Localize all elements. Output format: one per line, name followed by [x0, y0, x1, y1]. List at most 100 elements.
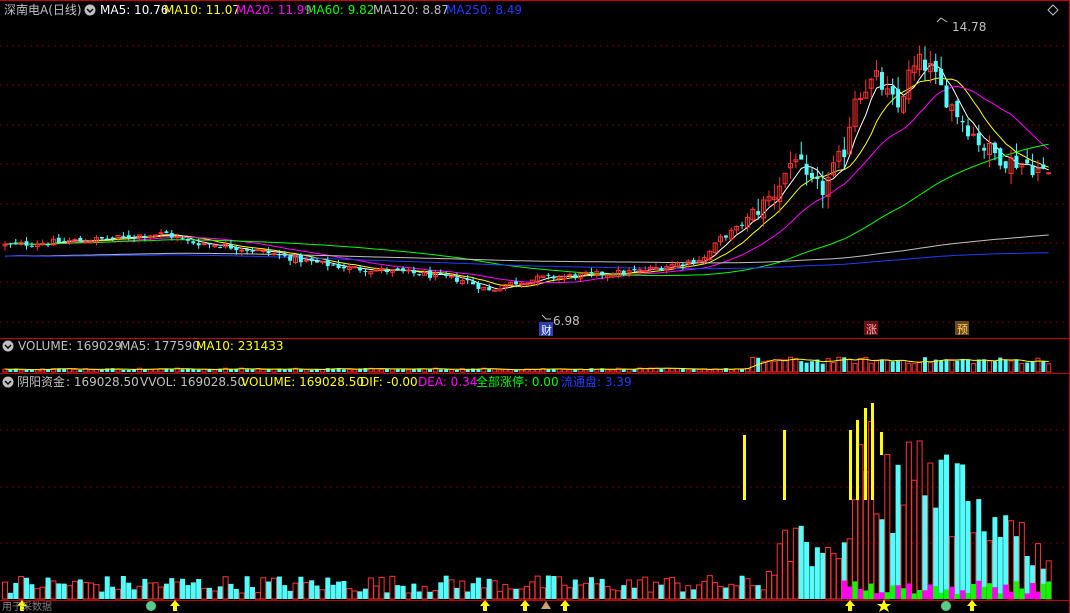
- indicator-value: : 169028.50: [66, 375, 139, 389]
- volume-bar: [72, 369, 78, 373]
- capital-bar: [298, 576, 304, 599]
- capital-bar: [314, 585, 320, 599]
- fund-flow-bar: [960, 590, 966, 599]
- candle-body-up: [970, 133, 976, 136]
- volume-bar: [562, 369, 568, 373]
- candle-body-down: [922, 59, 927, 71]
- indicator-bars: [2, 403, 1052, 600]
- capital-bar: [411, 583, 417, 599]
- candle-body-down: [810, 172, 814, 179]
- capital-bar: [185, 585, 191, 599]
- candle-body-down: [428, 270, 433, 278]
- candle-body-down: [401, 268, 406, 272]
- indicator-menu-button[interactable]: [2, 376, 14, 388]
- volume-ma10-label: MA10: 231433: [196, 339, 284, 353]
- volume-bar: [685, 369, 691, 373]
- capital-bar: [911, 479, 918, 600]
- capital-bar: [513, 588, 519, 599]
- volume-label: VOLUME: 169029: [18, 339, 122, 353]
- candle-body-down: [191, 241, 196, 244]
- volume-bar: [309, 369, 314, 372]
- volume-bar: [911, 363, 917, 373]
- candle-body-up: [319, 260, 325, 263]
- diamond-icon[interactable]: [1047, 4, 1059, 16]
- volume-bar: [955, 360, 960, 372]
- capital-bar: [34, 588, 41, 600]
- capital-bar: [1018, 522, 1025, 600]
- volume-menu-button[interactable]: [2, 340, 14, 352]
- capital-bar: [728, 583, 735, 600]
- capital-bar: [965, 501, 971, 599]
- main-menu-button[interactable]: [84, 4, 96, 16]
- volume-bar: [29, 369, 34, 372]
- volume-bar: [939, 360, 944, 372]
- indicator-liutong: 流通盘: 3.39: [561, 374, 632, 389]
- fund-flow-bar: [965, 593, 971, 599]
- capital-bar: [395, 585, 401, 599]
- candle-body-down: [890, 86, 895, 95]
- candle-body-down: [756, 211, 761, 215]
- candle-body-down: [632, 269, 637, 271]
- circle-marker-icon: [941, 601, 951, 611]
- candle-body-down: [234, 247, 239, 251]
- volume-bar: [1046, 363, 1052, 373]
- capital-bar: [717, 585, 724, 600]
- capital-bar: [534, 575, 541, 600]
- candle-body-up: [158, 232, 164, 235]
- candle-body-down: [465, 278, 470, 281]
- volume-bar: [245, 369, 250, 372]
- capital-bar: [56, 583, 62, 599]
- ma120-label: MA120: 8.87: [373, 3, 449, 17]
- volume-bar: [497, 369, 503, 373]
- ma120-line: [4, 234, 1049, 264]
- volume-bar: [831, 362, 837, 373]
- candle-body-down: [551, 276, 556, 279]
- fund-flow-bar: [911, 593, 917, 599]
- candlestick-series: [2, 45, 1052, 293]
- volume-bar: [852, 363, 858, 373]
- ma20-label: MA20: 11.99: [236, 3, 312, 17]
- candle-body-down: [218, 247, 223, 249]
- candle-body-up: [83, 241, 89, 244]
- capital-bar: [367, 577, 374, 600]
- candle-body-down: [363, 271, 368, 273]
- volume-bar: [352, 369, 358, 373]
- capital-bar: [523, 586, 530, 600]
- capital-bar: [944, 454, 949, 599]
- candle-body-down: [105, 238, 110, 240]
- volume-bar: [573, 369, 578, 372]
- capital-bar: [518, 588, 525, 600]
- capital-bar: [599, 578, 605, 599]
- fund-flow-bar: [841, 580, 847, 599]
- candle-body-down: [309, 258, 314, 262]
- capital-bar: [706, 575, 713, 600]
- signal-bar: [849, 430, 852, 500]
- capital-bar: [723, 587, 729, 599]
- candle-body-down: [99, 236, 104, 239]
- candle-body-down: [325, 260, 330, 267]
- capital-bar: [211, 590, 218, 600]
- fund-flow-bar: [1024, 593, 1030, 599]
- candle-body-down: [976, 133, 981, 146]
- ma10-label: MA10: 11.07: [164, 3, 240, 17]
- volume-bar: [196, 369, 201, 372]
- candle-body-up: [524, 283, 530, 286]
- capital-bar: [583, 582, 590, 600]
- event-tag-zhang[interactable]: 涨: [866, 323, 877, 336]
- capital-bar: [787, 560, 794, 600]
- event-tag-cai[interactable]: 财: [541, 323, 552, 337]
- candle-body-down: [245, 249, 250, 251]
- capital-bar: [341, 580, 347, 599]
- capital-bar: [438, 582, 444, 599]
- capital-bar: [29, 584, 35, 599]
- capital-bar: [480, 587, 487, 600]
- event-tag-yu[interactable]: 预: [957, 323, 968, 336]
- candle-body-down: [438, 272, 443, 274]
- capital-bar: [873, 513, 880, 600]
- low-price-label: 6.98: [553, 314, 580, 328]
- capital-bar: [325, 577, 331, 599]
- candle-body-down: [78, 237, 83, 242]
- volume-bar: [820, 363, 825, 372]
- fund-flow-bar: [906, 583, 912, 599]
- volume-bar: [659, 368, 664, 372]
